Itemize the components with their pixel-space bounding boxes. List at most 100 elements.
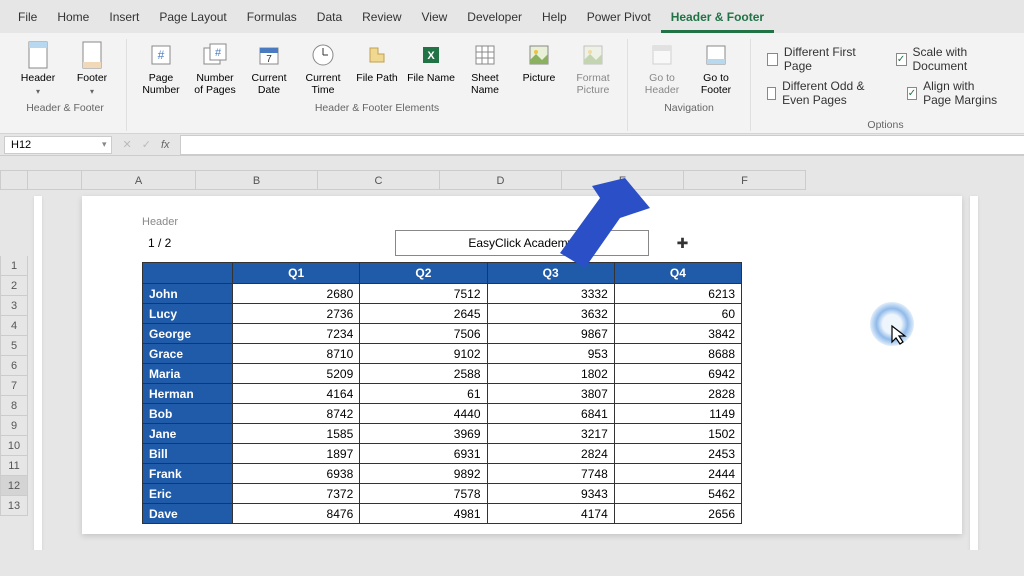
cell[interactable]: 9343 [487, 484, 614, 504]
row-header-7[interactable]: 7 [0, 376, 28, 396]
cell[interactable]: 8688 [614, 344, 741, 364]
table-row[interactable]: Dave8476498141742656 [143, 504, 742, 524]
row-name[interactable]: Bob [143, 404, 233, 424]
cell[interactable]: 2824 [487, 444, 614, 464]
table-row[interactable]: George7234750698673842 [143, 324, 742, 344]
row-header-13[interactable]: 13 [0, 496, 28, 516]
diff-odd-even-checkbox[interactable]: Different Odd & Even Pages [767, 79, 879, 107]
table-row[interactable]: Grace871091029538688 [143, 344, 742, 364]
goto-footer-button[interactable]: Go to Footer [690, 39, 742, 98]
name-box-dropdown-icon[interactable]: ▾ [102, 139, 107, 150]
cell[interactable]: 3969 [360, 424, 487, 444]
tab-power-pivot[interactable]: Power Pivot [577, 4, 661, 33]
row-header-6[interactable]: 6 [0, 356, 28, 376]
row-header-1[interactable]: 1 [0, 256, 28, 276]
cell[interactable]: 8710 [233, 344, 360, 364]
tab-header-footer[interactable]: Header & Footer [661, 4, 774, 33]
file-name-button[interactable]: XFile Name [405, 39, 457, 86]
cell[interactable]: 9867 [487, 324, 614, 344]
cell[interactable]: 2588 [360, 364, 487, 384]
col-header-B[interactable]: B [196, 170, 318, 190]
th-Q4[interactable]: Q4 [614, 263, 741, 284]
file-path-button[interactable]: File Path [351, 39, 403, 86]
row-name[interactable]: Grace [143, 344, 233, 364]
formula-input[interactable] [180, 135, 1024, 155]
row-header-4[interactable]: 4 [0, 316, 28, 336]
table-row[interactable]: Jane1585396932171502 [143, 424, 742, 444]
cell[interactable]: 3332 [487, 284, 614, 304]
cell[interactable]: 9892 [360, 464, 487, 484]
cell[interactable]: 2656 [614, 504, 741, 524]
cell[interactable]: 5209 [233, 364, 360, 384]
tab-review[interactable]: Review [352, 4, 411, 33]
cell[interactable]: 953 [487, 344, 614, 364]
cell[interactable]: 61 [360, 384, 487, 404]
page-number-button[interactable]: #Page Number [135, 39, 187, 98]
col-header-A[interactable]: A [82, 170, 196, 190]
cell[interactable]: 1585 [233, 424, 360, 444]
header-button[interactable]: Header ▾ [12, 39, 64, 98]
number-of-pages-button[interactable]: #Number of Pages [189, 39, 241, 98]
cell[interactable]: 4981 [360, 504, 487, 524]
cell[interactable]: 6841 [487, 404, 614, 424]
cell[interactable]: 3217 [487, 424, 614, 444]
row-header-11[interactable]: 11 [0, 456, 28, 476]
tab-file[interactable]: File [8, 4, 47, 33]
cell[interactable]: 8476 [233, 504, 360, 524]
header-section[interactable]: 1 / 2 EasyClick Academy✚ [142, 230, 902, 256]
cell[interactable]: 8742 [233, 404, 360, 424]
cell[interactable]: 4440 [360, 404, 487, 424]
cell[interactable]: 6213 [614, 284, 741, 304]
col-header-F[interactable]: F [684, 170, 806, 190]
table-row[interactable]: Eric7372757893435462 [143, 484, 742, 504]
header-center[interactable]: EasyClick Academy✚ [395, 230, 650, 256]
cell[interactable]: 3807 [487, 384, 614, 404]
cell[interactable]: 1502 [614, 424, 741, 444]
th-Q2[interactable]: Q2 [360, 263, 487, 284]
current-date-button[interactable]: 7Current Date [243, 39, 295, 98]
cell[interactable]: 7512 [360, 284, 487, 304]
cell[interactable]: 2828 [614, 384, 741, 404]
picture-button[interactable]: Picture [513, 39, 565, 86]
enter-icon[interactable]: ✓ [142, 138, 151, 151]
row-name[interactable]: Herman [143, 384, 233, 404]
row-name[interactable]: Jane [143, 424, 233, 444]
col-header-C[interactable]: C [318, 170, 440, 190]
cell[interactable]: 4164 [233, 384, 360, 404]
th-Q3[interactable]: Q3 [487, 263, 614, 284]
cell[interactable]: 3632 [487, 304, 614, 324]
cancel-icon[interactable]: ✕ [123, 138, 132, 151]
cell[interactable]: 2453 [614, 444, 741, 464]
cell[interactable]: 2736 [233, 304, 360, 324]
row-header-12[interactable]: 12 [0, 476, 28, 496]
table-row[interactable]: Maria5209258818026942 [143, 364, 742, 384]
cell[interactable]: 2680 [233, 284, 360, 304]
cell[interactable]: 1802 [487, 364, 614, 384]
row-name[interactable]: Lucy [143, 304, 233, 324]
th-Q1[interactable]: Q1 [233, 263, 360, 284]
tab-help[interactable]: Help [532, 4, 577, 33]
tab-developer[interactable]: Developer [457, 4, 532, 33]
footer-button[interactable]: Footer ▾ [66, 39, 118, 98]
row-name[interactable]: Bill [143, 444, 233, 464]
cell[interactable]: 1897 [233, 444, 360, 464]
align-margins-checkbox[interactable]: ✓Align with Page Margins [907, 79, 1004, 107]
tab-page-layout[interactable]: Page Layout [149, 4, 236, 33]
cell[interactable]: 2444 [614, 464, 741, 484]
table-row[interactable]: Lucy27362645363260 [143, 304, 742, 324]
name-box[interactable]: H12 [4, 136, 112, 154]
cell[interactable]: 6942 [614, 364, 741, 384]
select-all-corner[interactable] [0, 170, 28, 190]
cell[interactable]: 3842 [614, 324, 741, 344]
cell[interactable]: 7234 [233, 324, 360, 344]
col-header-E[interactable]: E [562, 170, 684, 190]
cell[interactable]: 6931 [360, 444, 487, 464]
header-left[interactable]: 1 / 2 [142, 230, 395, 256]
row-name[interactable]: Dave [143, 504, 233, 524]
row-header-8[interactable]: 8 [0, 396, 28, 416]
tab-view[interactable]: View [412, 4, 458, 33]
row-name[interactable]: Maria [143, 364, 233, 384]
cell[interactable]: 1149 [614, 404, 741, 424]
tab-home[interactable]: Home [47, 4, 99, 33]
cell[interactable]: 4174 [487, 504, 614, 524]
